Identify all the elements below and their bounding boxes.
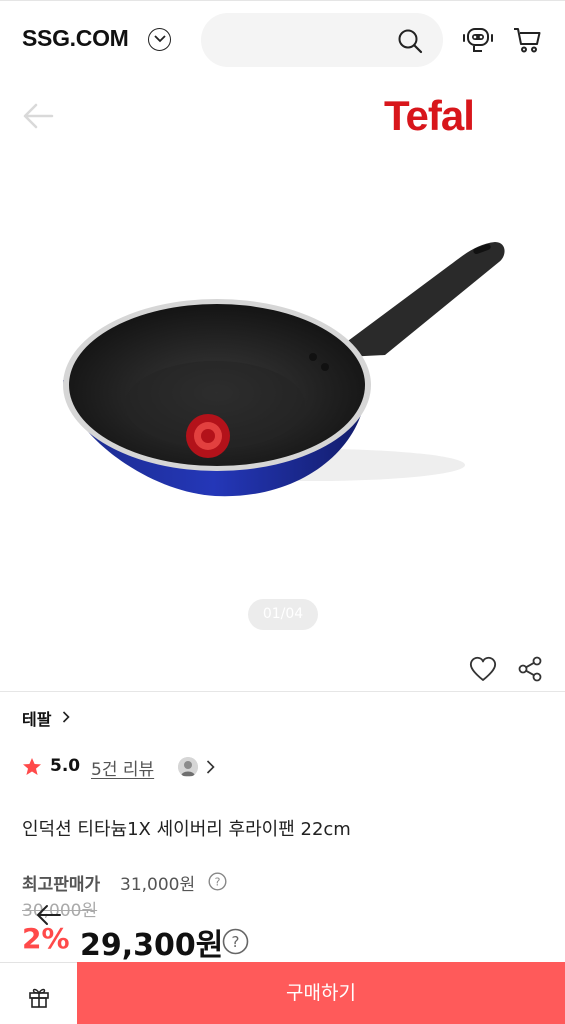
svg-text:?: ? — [215, 876, 221, 889]
product-title: 인덕션 티타늄1X 세이버리 후라이팬 22cm — [22, 819, 351, 840]
review-count-link[interactable]: 5건 리뷰 — [91, 755, 154, 780]
section-divider — [0, 691, 565, 692]
reviewer-avatar[interactable] — [178, 757, 198, 777]
discount-rate: 2% — [22, 922, 70, 955]
rating-score: 5.0 — [50, 756, 81, 776]
highest-price-label: 최고판매가 — [22, 875, 101, 895]
chevron-down-icon[interactable] — [148, 28, 171, 51]
gift-icon — [29, 988, 49, 1008]
chevron-right-icon[interactable] — [62, 711, 70, 723]
search-icon[interactable] — [397, 28, 423, 54]
highest-price-value: 31,000원 — [120, 875, 196, 895]
ssg-logo[interactable]: SSG.COM — [22, 25, 129, 52]
back-arrow-icon[interactable] — [22, 102, 54, 130]
share-icon[interactable] — [517, 656, 543, 682]
buy-button[interactable]: 구매하기 — [77, 962, 565, 1024]
svg-text:?: ? — [232, 933, 240, 951]
product-image — [63, 242, 505, 497]
star-icon — [23, 758, 41, 775]
help-icon[interactable]: ? — [208, 872, 227, 891]
top-header: SSG.COM — [0, 0, 565, 78]
sale-price: 29,300원 — [80, 928, 224, 963]
gift-button[interactable] — [0, 962, 77, 1024]
heart-icon[interactable] — [469, 656, 497, 682]
cart-icon[interactable] — [512, 26, 542, 54]
help-icon[interactable]: ? — [222, 928, 249, 955]
image-counter: 01/04 — [248, 599, 318, 630]
brand-link[interactable]: 테팔 — [22, 706, 51, 730]
chatbot-icon[interactable] — [461, 25, 495, 55]
chevron-right-icon[interactable] — [206, 760, 215, 774]
brand-logo: Tefal — [384, 92, 475, 139]
